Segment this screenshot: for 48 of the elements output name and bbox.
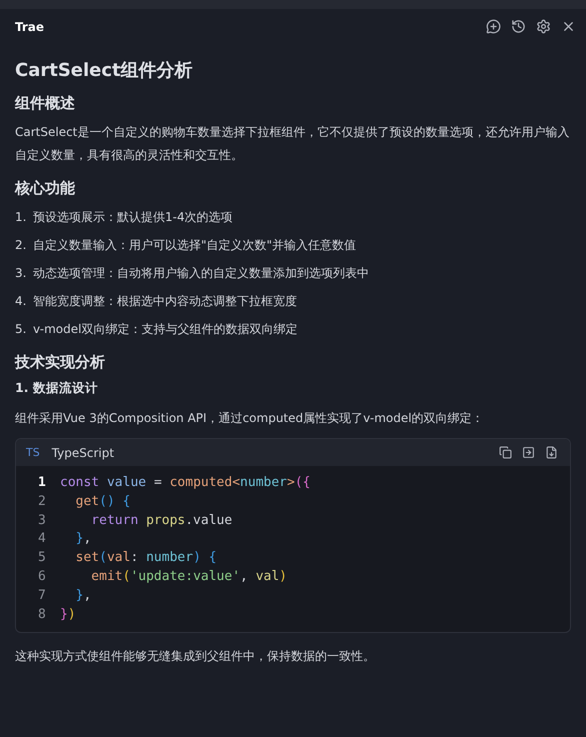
code-line: set(val: number) {	[74, 549, 217, 568]
code-line: })	[60, 606, 76, 624]
insert-button[interactable]	[520, 444, 537, 461]
code-line: get() {	[74, 492, 130, 511]
paragraph: 这种实现方式使组件能够无缝集成到父组件中，保持数据的一致性。	[15, 648, 376, 666]
line-number: 1	[38, 474, 47, 492]
line-number: 3	[38, 512, 47, 530]
section-heading: 核心功能	[15, 179, 76, 198]
file-download-icon	[545, 446, 558, 459]
code-line: return props.value	[90, 512, 232, 530]
settings-icon	[536, 19, 551, 34]
section-heading: 组件概述	[15, 94, 76, 113]
line-number: 5	[38, 549, 47, 568]
list-number: 5.	[15, 321, 28, 338]
list-number: 1.	[15, 209, 28, 226]
line-number: 2	[38, 492, 47, 511]
subsection-heading: 1. 数据流设计	[15, 380, 99, 397]
copy-button[interactable]	[497, 444, 514, 461]
list-item-text: 智能宽度调整：根据选中内容动态调整下拉框宽度	[33, 293, 297, 310]
chat-plus-button[interactable]	[484, 17, 503, 36]
list-number: 2.	[15, 237, 28, 254]
list-item-text: 自定义数量输入：用户可以选择"自定义次数"并输入任意数值	[33, 237, 356, 254]
line-number: 8	[38, 606, 47, 624]
list-number: 4.	[15, 293, 28, 310]
code-line: },	[74, 586, 92, 605]
line-number: 6	[38, 568, 47, 586]
history-icon	[511, 19, 526, 34]
list-item-text: 动态选项管理：自动将用户输入的自定义数量添加到选项列表中	[33, 265, 369, 282]
code-line: const value = computed<number>({	[60, 474, 310, 492]
paragraph: 组件采用Vue 3的Composition API，通过computed属性实现了v-model的双向绑定：	[15, 410, 485, 427]
chat-plus-icon	[486, 19, 501, 34]
language-name: TypeScript	[52, 446, 114, 460]
close-icon	[561, 19, 576, 34]
paragraph: CartSelect是一个自定义的购物车数量选择下拉框组件，它不仅提供了预设的数量选项，还允许用户输入自定义数量，具有很高的灵活性和交互性。	[15, 124, 570, 164]
code-line: emit('update:value', val)	[90, 568, 287, 586]
document-title: CartSelect组件分析	[15, 59, 194, 82]
settings-button[interactable]	[534, 17, 553, 36]
list-number: 3.	[15, 265, 28, 282]
list-item-text: v-model双向绑定：支持与父组件的数据双向绑定	[33, 321, 298, 338]
copy-icon	[499, 446, 512, 459]
line-number: 4	[38, 530, 47, 548]
panel-title: Trae	[15, 20, 44, 34]
code-line: },	[74, 530, 92, 548]
list-item-text: 预设选项展示：默认提供1-4次的选项	[33, 209, 233, 226]
language-label: TS	[26, 446, 40, 459]
section-heading: 技术实现分析	[15, 353, 106, 372]
arrow-into-box-icon	[522, 446, 535, 459]
line-number: 7	[38, 586, 47, 605]
